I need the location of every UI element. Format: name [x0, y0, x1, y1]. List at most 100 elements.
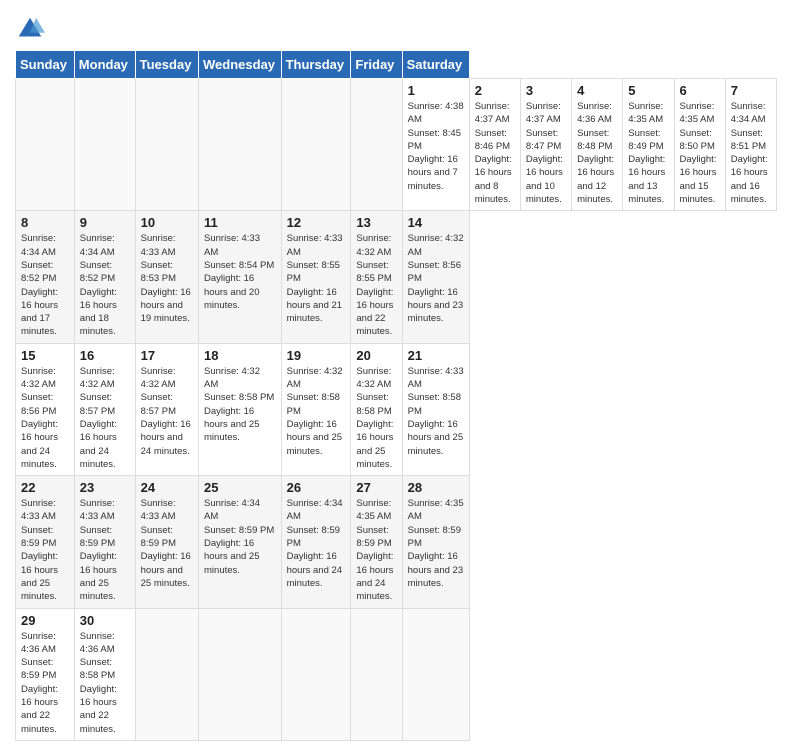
day-info: Sunrise: 4:32 AMSunset: 8:58 PMDaylight:… [204, 365, 276, 445]
day-cell: 21 Sunrise: 4:33 AMSunset: 8:58 PMDayligh… [402, 343, 469, 475]
day-number: 6 [680, 83, 720, 98]
day-info: Sunrise: 4:33 AMSunset: 8:55 PMDaylight:… [287, 232, 346, 325]
logo-icon [15, 14, 45, 44]
day-cell: 28 Sunrise: 4:35 AMSunset: 8:59 PMDayligh… [402, 476, 469, 608]
day-cell: 12 Sunrise: 4:33 AMSunset: 8:55 PMDayligh… [281, 211, 351, 343]
empty-day-cell [402, 608, 469, 740]
day-info: Sunrise: 4:35 AMSunset: 8:49 PMDaylight:… [628, 100, 668, 206]
day-info: Sunrise: 4:35 AMSunset: 8:50 PMDaylight:… [680, 100, 720, 206]
day-number: 26 [287, 480, 346, 495]
calendar-table: SundayMondayTuesdayWednesdayThursdayFrid… [15, 50, 777, 741]
day-number: 1 [408, 83, 464, 98]
day-info: Sunrise: 4:34 AMSunset: 8:59 PMDaylight:… [204, 497, 276, 577]
weekday-header-cell: Friday [351, 51, 402, 79]
empty-day-cell [74, 79, 135, 211]
day-cell: 23 Sunrise: 4:33 AMSunset: 8:59 PMDayligh… [74, 476, 135, 608]
day-info: Sunrise: 4:34 AMSunset: 8:52 PMDaylight:… [80, 232, 130, 338]
calendar-week-row: 1 Sunrise: 4:38 AMSunset: 8:45 PMDaylight… [16, 79, 777, 211]
weekday-header-cell: Tuesday [135, 51, 198, 79]
day-cell: 30 Sunrise: 4:36 AMSunset: 8:58 PMDayligh… [74, 608, 135, 740]
day-cell: 3Sunrise: 4:37 AMSunset: 8:47 PMDaylight… [520, 79, 571, 211]
logo [15, 14, 49, 44]
weekday-header-row: SundayMondayTuesdayWednesdayThursdayFrid… [16, 51, 777, 79]
day-cell: 16Sunrise: 4:32 AMSunset: 8:57 PMDayligh… [74, 343, 135, 475]
empty-day-cell [281, 79, 351, 211]
day-cell: 27Sunrise: 4:35 AMSunset: 8:59 PMDayligh… [351, 476, 402, 608]
day-cell: 22 Sunrise: 4:33 AMSunset: 8:59 PMDayligh… [16, 476, 75, 608]
day-info: Sunrise: 4:33 AMSunset: 8:53 PMDaylight:… [141, 232, 193, 325]
day-cell: 4 Sunrise: 4:36 AMSunset: 8:48 PMDaylight… [572, 79, 623, 211]
day-info: Sunrise: 4:32 AMSunset: 8:58 PMDaylight:… [356, 365, 396, 471]
day-number: 15 [21, 348, 69, 363]
calendar-body: 1 Sunrise: 4:38 AMSunset: 8:45 PMDaylight… [16, 79, 777, 741]
day-number: 23 [80, 480, 130, 495]
empty-day-cell [199, 79, 282, 211]
day-number: 4 [577, 83, 617, 98]
day-info: Sunrise: 4:33 AMSunset: 8:58 PMDaylight:… [408, 365, 464, 458]
day-info: Sunrise: 4:32 AMSunset: 8:56 PMDaylight:… [408, 232, 464, 325]
day-cell: 10 Sunrise: 4:33 AMSunset: 8:53 PMDayligh… [135, 211, 198, 343]
day-info: Sunrise: 4:35 AMSunset: 8:59 PMDaylight:… [356, 497, 396, 603]
weekday-header-cell: Thursday [281, 51, 351, 79]
day-info: Sunrise: 4:34 AMSunset: 8:59 PMDaylight:… [287, 497, 346, 590]
day-number: 19 [287, 348, 346, 363]
day-info: Sunrise: 4:32 AMSunset: 8:58 PMDaylight:… [287, 365, 346, 458]
day-info: Sunrise: 4:33 AMSunset: 8:59 PMDaylight:… [80, 497, 130, 603]
empty-day-cell [135, 79, 198, 211]
page: SundayMondayTuesdayWednesdayThursdayFrid… [0, 0, 792, 751]
day-info: Sunrise: 4:36 AMSunset: 8:59 PMDaylight:… [21, 630, 69, 736]
day-cell: 1 Sunrise: 4:38 AMSunset: 8:45 PMDaylight… [402, 79, 469, 211]
day-cell: 13Sunrise: 4:32 AMSunset: 8:55 PMDayligh… [351, 211, 402, 343]
empty-day-cell [351, 608, 402, 740]
day-number: 21 [408, 348, 464, 363]
header [15, 10, 777, 44]
day-number: 12 [287, 215, 346, 230]
day-cell: 9 Sunrise: 4:34 AMSunset: 8:52 PMDaylight… [74, 211, 135, 343]
day-info: Sunrise: 4:35 AMSunset: 8:59 PMDaylight:… [408, 497, 464, 590]
day-info: Sunrise: 4:32 AMSunset: 8:56 PMDaylight:… [21, 365, 69, 471]
day-number: 3 [526, 83, 566, 98]
empty-day-cell [135, 608, 198, 740]
calendar-week-row: 15 Sunrise: 4:32 AMSunset: 8:56 PMDayligh… [16, 343, 777, 475]
day-cell: 29Sunrise: 4:36 AMSunset: 8:59 PMDayligh… [16, 608, 75, 740]
day-cell: 2Sunrise: 4:37 AMSunset: 8:46 PMDaylight… [469, 79, 520, 211]
day-number: 24 [141, 480, 193, 495]
day-info: Sunrise: 4:37 AMSunset: 8:46 PMDaylight:… [475, 100, 515, 206]
calendar-week-row: 22 Sunrise: 4:33 AMSunset: 8:59 PMDayligh… [16, 476, 777, 608]
day-number: 22 [21, 480, 69, 495]
day-info: Sunrise: 4:36 AMSunset: 8:48 PMDaylight:… [577, 100, 617, 206]
day-cell: 26 Sunrise: 4:34 AMSunset: 8:59 PMDayligh… [281, 476, 351, 608]
day-number: 9 [80, 215, 130, 230]
day-info: Sunrise: 4:33 AMSunset: 8:59 PMDaylight:… [21, 497, 69, 603]
day-cell: 20 Sunrise: 4:32 AMSunset: 8:58 PMDayligh… [351, 343, 402, 475]
calendar-week-row: 29Sunrise: 4:36 AMSunset: 8:59 PMDayligh… [16, 608, 777, 740]
day-cell: 14 Sunrise: 4:32 AMSunset: 8:56 PMDayligh… [402, 211, 469, 343]
weekday-header-cell: Saturday [402, 51, 469, 79]
day-cell: 17Sunrise: 4:32 AMSunset: 8:57 PMDayligh… [135, 343, 198, 475]
day-cell: 25Sunrise: 4:34 AMSunset: 8:59 PMDayligh… [199, 476, 282, 608]
day-cell: 15 Sunrise: 4:32 AMSunset: 8:56 PMDayligh… [16, 343, 75, 475]
day-info: Sunrise: 4:33 AMSunset: 8:54 PMDaylight:… [204, 232, 276, 312]
day-cell: 7Sunrise: 4:34 AMSunset: 8:51 PMDaylight… [725, 79, 776, 211]
day-cell: 11 Sunrise: 4:33 AMSunset: 8:54 PMDayligh… [199, 211, 282, 343]
day-info: Sunrise: 4:36 AMSunset: 8:58 PMDaylight:… [80, 630, 130, 736]
day-cell: 24Sunrise: 4:33 AMSunset: 8:59 PMDayligh… [135, 476, 198, 608]
day-number: 18 [204, 348, 276, 363]
empty-day-cell [351, 79, 402, 211]
empty-day-cell [16, 79, 75, 211]
day-number: 30 [80, 613, 130, 628]
day-info: Sunrise: 4:34 AMSunset: 8:51 PMDaylight:… [731, 100, 771, 206]
day-number: 20 [356, 348, 396, 363]
day-number: 28 [408, 480, 464, 495]
day-number: 10 [141, 215, 193, 230]
day-info: Sunrise: 4:38 AMSunset: 8:45 PMDaylight:… [408, 100, 464, 193]
day-cell: 19 Sunrise: 4:32 AMSunset: 8:58 PMDayligh… [281, 343, 351, 475]
day-number: 11 [204, 215, 276, 230]
calendar-week-row: 8Sunrise: 4:34 AMSunset: 8:52 PMDaylight… [16, 211, 777, 343]
day-number: 13 [356, 215, 396, 230]
day-number: 14 [408, 215, 464, 230]
day-number: 5 [628, 83, 668, 98]
day-info: Sunrise: 4:32 AMSunset: 8:57 PMDaylight:… [80, 365, 130, 471]
day-info: Sunrise: 4:32 AMSunset: 8:57 PMDaylight:… [141, 365, 193, 458]
weekday-header-cell: Sunday [16, 51, 75, 79]
